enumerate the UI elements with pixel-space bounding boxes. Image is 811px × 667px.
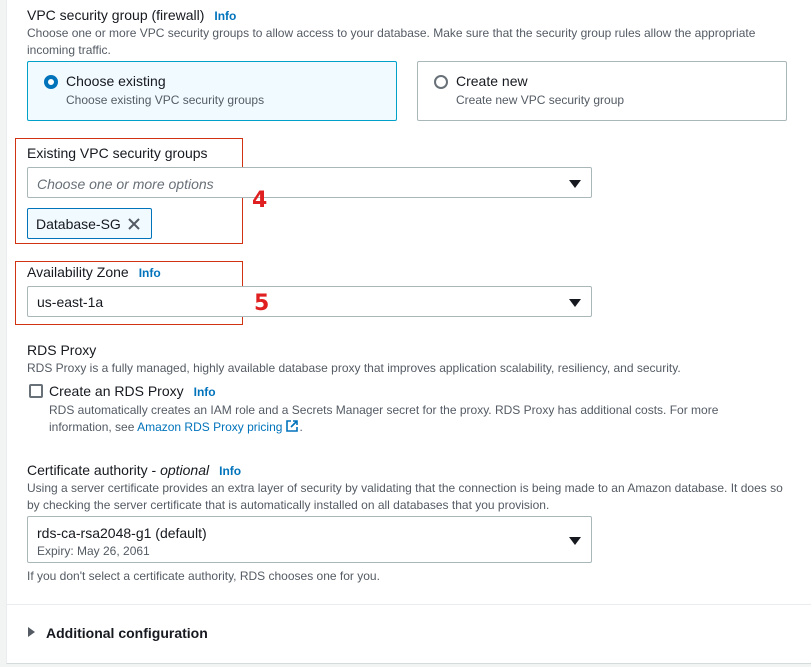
create-rds-proxy-checkbox[interactable]	[29, 384, 43, 398]
vpc-sg-info-link[interactable]: Info	[214, 9, 236, 23]
connectivity-panel: VPC security group (firewall) Info Choose…	[6, 0, 811, 664]
rds-proxy-pricing-link[interactable]: Amazon RDS Proxy pricing	[137, 420, 282, 434]
create-new-desc: Create new VPC security group	[456, 93, 625, 107]
availability-zone-heading: Availability Zone Info	[27, 264, 161, 280]
external-link-icon[interactable]	[285, 419, 299, 433]
caret-down-icon	[569, 299, 581, 307]
existing-sg-select[interactable]: Choose one or more options	[27, 167, 592, 198]
create-rds-proxy-heading: Create an RDS Proxy Info	[49, 383, 216, 399]
existing-sg-placeholder: Choose one or more options	[37, 176, 214, 192]
certificate-authority-label: Certificate authority	[27, 462, 148, 478]
security-group-token: Database-SG	[27, 208, 152, 239]
certificate-expiry: Expiry: May 26, 2061	[37, 544, 150, 558]
create-new-option[interactable]: Create new Create new VPC security group	[417, 61, 787, 121]
caret-down-icon	[569, 180, 581, 188]
label-dash: -	[147, 462, 161, 478]
availability-zone-select[interactable]: us-east-1a	[27, 286, 592, 317]
rds-proxy-help: RDS automatically creates an IAM role an…	[49, 402, 749, 436]
certificate-constraint: If you don't select a certificate author…	[27, 569, 380, 583]
cert-info-link[interactable]: Info	[219, 464, 241, 478]
close-icon[interactable]	[127, 217, 141, 231]
rds-proxy-description: RDS Proxy is a fully managed, highly ava…	[27, 361, 681, 375]
certificate-description: Using a server certificate provides an e…	[27, 481, 783, 512]
annotation-marker-4: 4	[252, 188, 268, 213]
rds-proxy-help-end: .	[299, 420, 303, 434]
choose-existing-radio[interactable]	[44, 75, 58, 89]
certificate-value: rds-ca-rsa2048-g1 (default)	[37, 525, 207, 541]
availability-zone-label: Availability Zone	[27, 264, 129, 280]
divider	[7, 604, 811, 605]
vpc-security-group-heading: VPC security group (firewall) Info	[27, 7, 236, 23]
certificate-authority-heading: Certificate authority - optional Info	[27, 462, 241, 478]
create-new-title: Create new	[456, 73, 528, 89]
annotation-marker-5: 5	[254, 291, 270, 316]
create-new-radio[interactable]	[434, 75, 448, 89]
caret-right-icon[interactable]	[28, 627, 35, 637]
choose-existing-option[interactable]: Choose existing Choose existing VPC secu…	[27, 61, 397, 121]
certificate-authority-select[interactable]: rds-ca-rsa2048-g1 (default) Expiry: May …	[27, 516, 592, 563]
vpc-security-group-label: VPC security group (firewall)	[27, 7, 205, 23]
additional-configuration-toggle[interactable]: Additional configuration	[46, 625, 208, 641]
availability-zone-value: us-east-1a	[37, 294, 104, 310]
token-label: Database-SG	[36, 216, 121, 232]
existing-sg-label: Existing VPC security groups	[27, 145, 208, 161]
optional-label: optional	[160, 462, 210, 478]
az-info-link[interactable]: Info	[139, 266, 161, 280]
vpc-sg-description: Choose one or more VPC security groups t…	[27, 26, 756, 57]
create-rds-proxy-label[interactable]: Create an RDS Proxy	[49, 383, 184, 399]
rds-proxy-info-link[interactable]: Info	[194, 385, 216, 399]
rds-proxy-title: RDS Proxy	[27, 342, 97, 358]
choose-existing-desc: Choose existing VPC security groups	[66, 93, 265, 107]
choose-existing-title: Choose existing	[66, 73, 166, 89]
caret-down-icon	[569, 537, 581, 545]
